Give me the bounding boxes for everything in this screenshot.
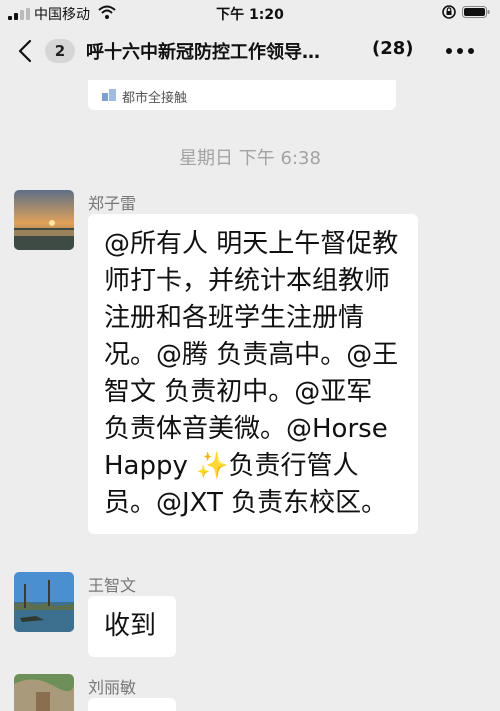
message-text: 收到 <box>104 611 157 641</box>
unread-count-badge[interactable]: 2 <box>45 39 75 63</box>
orientation-lock-icon <box>442 5 456 19</box>
chat-header: 2 呼十六中新冠防控工作领导… (28) <box>0 26 500 76</box>
link-source-label: 都市全接触 <box>122 91 188 106</box>
message-bubble[interactable]: 收到 <box>88 596 176 657</box>
avatar[interactable] <box>14 674 74 711</box>
avatar[interactable] <box>14 190 74 250</box>
shared-link-card[interactable]: 都市全接触 <box>88 80 396 110</box>
app-source-icon <box>102 89 116 101</box>
message-bubble[interactable] <box>88 698 176 711</box>
message-text: @所有人 明天上午督促教师打卡，并统计本组教师注册和各班学生注册情况。@腾 负责… <box>104 229 399 518</box>
sender-name: 王智文 <box>88 576 137 595</box>
status-time: 下午 1:20 <box>216 7 284 23</box>
chat-title: 呼十六中新冠防控工作领导… <box>86 42 320 63</box>
avatar[interactable] <box>14 572 74 632</box>
status-bar: 中国移动 下午 1:20 <box>0 0 500 26</box>
member-count: (28) <box>372 38 414 59</box>
battery-icon <box>462 6 490 18</box>
message-timestamp: 星期日 下午 6:38 <box>179 148 321 169</box>
sender-name: 刘丽敏 <box>88 678 137 697</box>
more-options-icon[interactable] <box>444 40 476 62</box>
sender-name: 郑子雷 <box>88 194 137 213</box>
back-arrow-icon[interactable] <box>14 39 38 63</box>
message-bubble[interactable]: @所有人 明天上午督促教师打卡，并统计本组教师注册和各班学生注册情况。@腾 负责… <box>88 214 418 534</box>
